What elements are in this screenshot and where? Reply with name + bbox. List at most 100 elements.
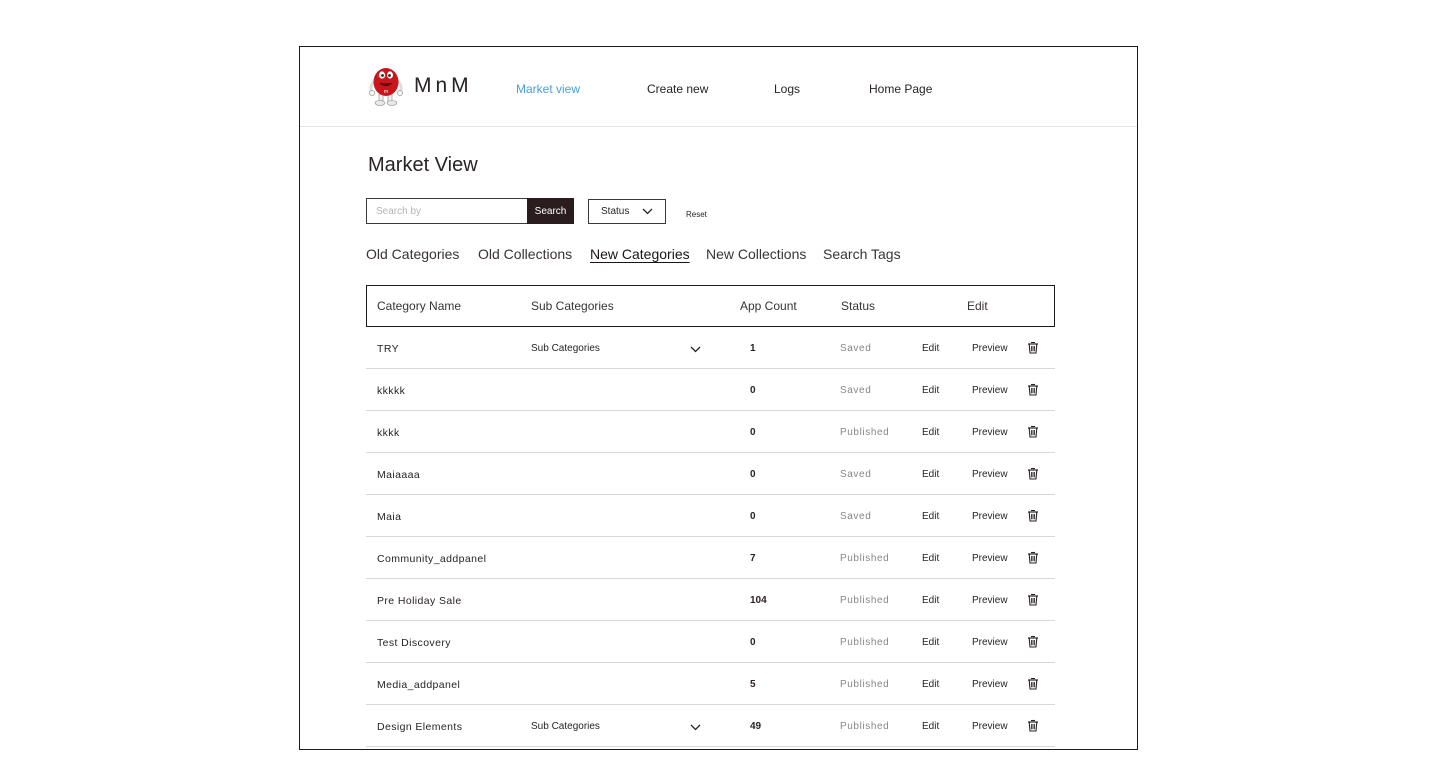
app-count: 0 (750, 385, 756, 396)
edit-button[interactable]: Edit (922, 679, 939, 690)
category-name: TRY (377, 343, 400, 355)
table-row: Maiaaaa 0 Saved Edit Preview (366, 453, 1055, 495)
status-badge: Saved (840, 343, 872, 354)
tab-search-tags[interactable]: Search Tags (823, 246, 901, 262)
nav-logs[interactable]: Logs (774, 82, 800, 96)
page-title: Market View (368, 154, 478, 176)
sub-categories-dropdown[interactable]: Sub Categories (531, 721, 600, 732)
brand-name: MnM (414, 74, 473, 97)
tab-new-categories[interactable]: New Categories (590, 246, 690, 262)
mascot-logo-icon[interactable]: m (368, 61, 404, 107)
status-dropdown[interactable]: Status (588, 199, 666, 224)
trash-icon[interactable] (1027, 551, 1039, 567)
edit-button[interactable]: Edit (922, 511, 939, 522)
edit-button[interactable]: Edit (922, 553, 939, 564)
edit-button[interactable]: Edit (922, 469, 939, 480)
app-count: 0 (750, 511, 756, 522)
preview-button[interactable]: Preview (972, 637, 1008, 648)
svg-text:m: m (384, 89, 388, 95)
category-name: Design Elements (377, 721, 463, 733)
preview-button[interactable]: Preview (972, 679, 1008, 690)
trash-icon[interactable] (1027, 593, 1039, 609)
tab-new-collections[interactable]: New Collections (706, 246, 806, 262)
chevron-down-icon[interactable] (690, 722, 701, 734)
app-count: 104 (750, 595, 767, 606)
nav-create-new[interactable]: Create new (647, 82, 708, 96)
table-header: Category Name Sub Categories App Count S… (366, 285, 1055, 327)
preview-button[interactable]: Preview (972, 385, 1008, 396)
top-navigation-bar: m MnM Market view Create new Logs Home P… (300, 47, 1137, 127)
status-dropdown-label: Status (601, 206, 630, 217)
category-name: Media_addpanel (377, 679, 461, 691)
app-count: 0 (750, 427, 756, 438)
status-badge: Published (840, 595, 890, 606)
table-row: Maia 0 Saved Edit Preview (366, 495, 1055, 537)
trash-icon[interactable] (1027, 425, 1039, 441)
edit-button[interactable]: Edit (922, 427, 939, 438)
column-header-sub-categories: Sub Categories (531, 299, 614, 313)
table-row: TRY Sub Categories 1 Saved Edit Preview (366, 327, 1055, 369)
app-count: 5 (750, 679, 756, 690)
trash-icon[interactable] (1027, 467, 1039, 483)
preview-button[interactable]: Preview (972, 721, 1008, 732)
category-name: kkkk (377, 427, 400, 439)
table-row: Media_addpanel 5 Published Edit Preview (366, 663, 1055, 705)
edit-button[interactable]: Edit (922, 385, 939, 396)
edit-button[interactable]: Edit (922, 721, 939, 732)
trash-icon[interactable] (1027, 635, 1039, 651)
table-row: kkkk 0 Published Edit Preview (366, 411, 1055, 453)
category-name: Maiaaaa (377, 469, 421, 481)
trash-icon[interactable] (1027, 383, 1039, 399)
status-badge: Published (840, 553, 890, 564)
table-row: Community_addpanel 7 Published Edit Prev… (366, 537, 1055, 579)
category-name: Maia (377, 511, 402, 523)
table-row: kkkkk 0 Saved Edit Preview (366, 369, 1055, 411)
trash-icon[interactable] (1027, 719, 1039, 735)
table-row: Design Elements Sub Categories 49 Publis… (366, 705, 1055, 747)
categories-table: Category Name Sub Categories App Count S… (366, 285, 1055, 747)
category-name: Test Discovery (377, 637, 451, 649)
edit-button[interactable]: Edit (922, 595, 939, 606)
reset-button[interactable]: Reset (686, 210, 707, 219)
preview-button[interactable]: Preview (972, 595, 1008, 606)
app-count: 0 (750, 469, 756, 480)
status-badge: Saved (840, 385, 872, 396)
chevron-down-icon (642, 208, 653, 215)
preview-button[interactable]: Preview (972, 469, 1008, 480)
status-badge: Published (840, 427, 890, 438)
category-name: kkkkk (377, 385, 406, 397)
column-header-status: Status (841, 299, 876, 313)
edit-button[interactable]: Edit (922, 637, 939, 648)
status-badge: Published (840, 637, 890, 648)
status-badge: Saved (840, 469, 872, 480)
chevron-down-icon[interactable] (690, 344, 701, 356)
preview-button[interactable]: Preview (972, 553, 1008, 564)
preview-button[interactable]: Preview (972, 427, 1008, 438)
search-input[interactable] (366, 198, 527, 224)
table-row: Test Discovery 0 Published Edit Preview (366, 621, 1055, 663)
preview-button[interactable]: Preview (972, 343, 1008, 354)
category-name: Community_addpanel (377, 553, 487, 565)
preview-button[interactable]: Preview (972, 511, 1008, 522)
search-button[interactable]: Search (527, 198, 574, 224)
app-count: 7 (750, 553, 756, 564)
category-name: Pre Holiday Sale (377, 595, 462, 607)
sub-categories-dropdown[interactable]: Sub Categories (531, 343, 600, 354)
app-count: 49 (750, 721, 762, 732)
app-window: m MnM Market view Create new Logs Home P… (299, 46, 1138, 750)
app-count: 0 (750, 637, 756, 648)
table-row: Pre Holiday Sale 104 Published Edit Prev… (366, 579, 1055, 621)
trash-icon[interactable] (1027, 341, 1039, 357)
status-badge: Saved (840, 511, 872, 522)
nav-home-page[interactable]: Home Page (869, 82, 932, 96)
app-count: 1 (750, 343, 756, 354)
tab-old-categories[interactable]: Old Categories (366, 246, 459, 262)
edit-button[interactable]: Edit (922, 343, 939, 354)
column-header-edit: Edit (967, 299, 988, 313)
status-badge: Published (840, 679, 890, 690)
status-badge: Published (840, 721, 890, 732)
nav-market-view[interactable]: Market view (516, 82, 580, 96)
tab-old-collections[interactable]: Old Collections (478, 246, 572, 262)
trash-icon[interactable] (1027, 677, 1039, 693)
trash-icon[interactable] (1027, 509, 1039, 525)
